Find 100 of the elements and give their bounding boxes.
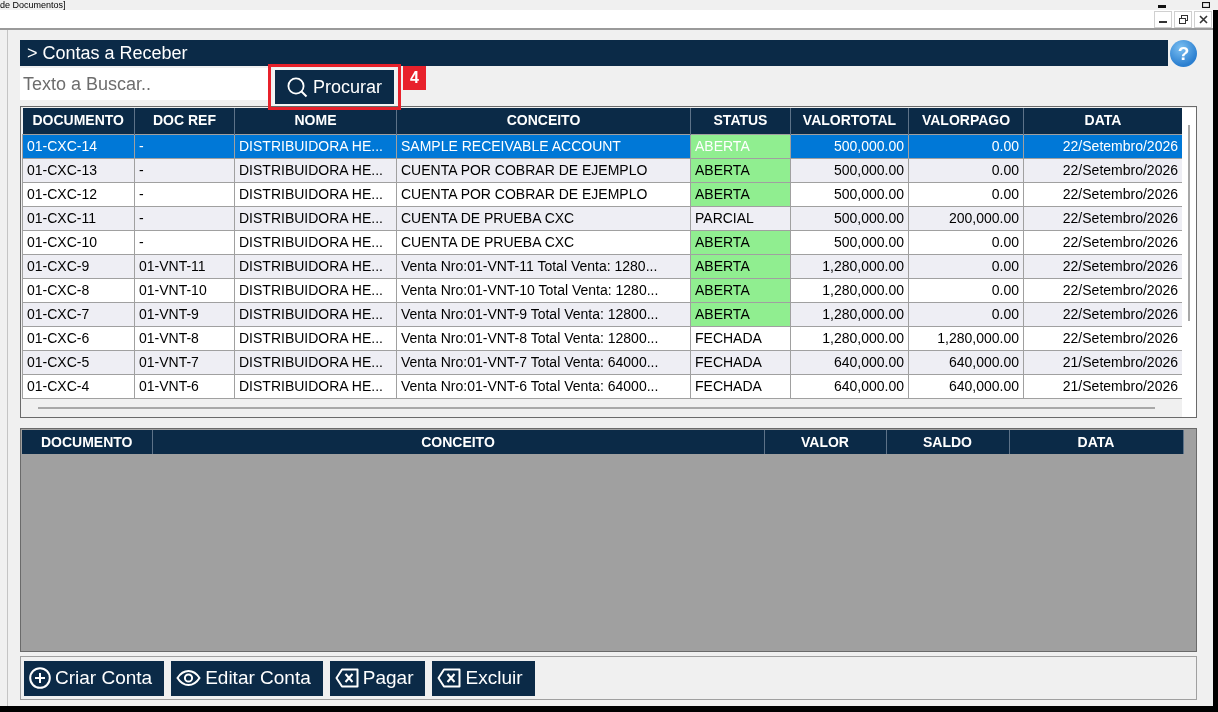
column-header[interactable]: DOC REF bbox=[134, 108, 235, 134]
table-cell: - bbox=[134, 158, 235, 182]
table-cell: Venta Nro:01-VNT-11 Total Venta: 1280... bbox=[396, 254, 691, 278]
table-row[interactable]: 01-CXC-11 - DISTRIBUIDORA HE... CUENTA DE PRUEBA CXC PARCIAL 500,000.00 200,000.00 22/Setembro/2026 bbox=[22, 206, 1183, 230]
table-cell: 01-VNT-10 bbox=[134, 278, 235, 302]
table-cell: DISTRIBUIDORA HE... bbox=[234, 206, 397, 230]
minimize-button[interactable] bbox=[1154, 10, 1172, 28]
table-cell: 0.00 bbox=[908, 302, 1024, 326]
table-row[interactable]: 01-CXC-10 - DISTRIBUIDORA HE... CUENTA DE PRUEBA CXC ABERTA 500,000.00 0.00 22/Setembro/2026 bbox=[22, 230, 1183, 254]
table-cell: DISTRIBUIDORA HE... bbox=[234, 326, 397, 350]
maximize-icon[interactable] bbox=[1202, 2, 1210, 8]
table-row[interactable]: 01-CXC-7 01-VNT-9 DISTRIBUIDORA HE... Venta Nro:01-VNT-9 Total Venta: 12800... ABERTA 1,280,000.00 0.00 22/Setembro/2026 bbox=[22, 302, 1183, 326]
panel-title: > Contas a Receber bbox=[20, 40, 1168, 66]
column-header[interactable]: VALOR bbox=[764, 430, 886, 454]
table-cell: 0.00 bbox=[908, 230, 1024, 254]
action-button[interactable]: Criar Conta bbox=[24, 660, 165, 696]
table-cell: 01-VNT-8 bbox=[134, 326, 235, 350]
status-cell: ABERTA bbox=[690, 254, 791, 278]
table-cell: 640,000.00 bbox=[790, 374, 909, 398]
table-cell: 500,000.00 bbox=[790, 182, 909, 206]
table-cell: DISTRIBUIDORA HE... bbox=[234, 374, 397, 398]
table-cell: 01-CXC-14 bbox=[22, 134, 135, 158]
table-cell: 01-CXC-11 bbox=[22, 206, 135, 230]
table-cell: 0.00 bbox=[908, 254, 1024, 278]
table-cell: 640,000.00 bbox=[908, 350, 1024, 374]
column-header[interactable]: VALORPAGO bbox=[908, 108, 1024, 134]
status-cell: ABERTA bbox=[690, 230, 791, 254]
table-row[interactable]: 01-CXC-5 01-VNT-7 DISTRIBUIDORA HE... Venta Nro:01-VNT-7 Total Venta: 64000... FECHADA 640,000.00 640,000.00 21/Setembro/2026 bbox=[22, 350, 1183, 374]
column-header[interactable]: DOCUMENTO bbox=[22, 430, 152, 454]
table-row[interactable]: 01-CXC-6 01-VNT-8 DISTRIBUIDORA HE... Venta Nro:01-VNT-8 Total Venta: 12800... FECHADA 1,280,000.00 1,280,000.00 22/Setembro/2026 bbox=[22, 326, 1183, 350]
table-cell: CUENTA DE PRUEBA CXC bbox=[396, 206, 691, 230]
table-row[interactable]: 01-CXC-4 01-VNT-6 DISTRIBUIDORA HE... Venta Nro:01-VNT-6 Total Venta: 64000... FECHADA 640,000.00 640,000.00 21/Setembro/2026 bbox=[22, 374, 1183, 398]
eye-icon bbox=[176, 667, 202, 689]
table-cell: DISTRIBUIDORA HE... bbox=[234, 302, 397, 326]
table-row[interactable]: 01-CXC-12 - DISTRIBUIDORA HE... CUENTA POR COBRAR DE EJEMPLO ABERTA 500,000.00 0.00 22/Setembro/2026 bbox=[22, 182, 1183, 206]
table-cell: 01-CXC-10 bbox=[22, 230, 135, 254]
column-header[interactable]: SALDO bbox=[886, 430, 1009, 454]
table-cell: 0.00 bbox=[908, 182, 1024, 206]
table-cell: 01-VNT-6 bbox=[134, 374, 235, 398]
column-header[interactable]: DATA bbox=[1009, 430, 1183, 454]
table-cell: 1,280,000.00 bbox=[908, 326, 1024, 350]
table-cell: 01-CXC-8 bbox=[22, 278, 135, 302]
table-cell: 200,000.00 bbox=[908, 206, 1024, 230]
table-cell: 1,280,000.00 bbox=[790, 326, 909, 350]
table-cell: DISTRIBUIDORA HE... bbox=[234, 254, 397, 278]
restore-button[interactable] bbox=[1174, 10, 1192, 28]
status-cell: ABERTA bbox=[690, 278, 791, 302]
table-cell: DISTRIBUIDORA HE... bbox=[234, 278, 397, 302]
column-header[interactable]: CONCEITO bbox=[396, 108, 691, 134]
column-header[interactable]: DATA bbox=[1023, 108, 1183, 134]
table-cell: 01-CXC-6 bbox=[22, 326, 135, 350]
table-cell: 01-CXC-5 bbox=[22, 350, 135, 374]
status-cell: FECHADA bbox=[690, 374, 791, 398]
table-cell: Venta Nro:01-VNT-10 Total Venta: 1280... bbox=[396, 278, 691, 302]
table-cell: 01-VNT-7 bbox=[134, 350, 235, 374]
table-cell: CUENTA POR COBRAR DE EJEMPLO bbox=[396, 158, 691, 182]
action-button[interactable]: Excluir bbox=[432, 660, 535, 696]
table-cell: - bbox=[134, 206, 235, 230]
vertical-scrollbar[interactable] bbox=[1188, 125, 1190, 321]
status-cell: ABERTA bbox=[690, 302, 791, 326]
search-button[interactable]: Procurar bbox=[273, 68, 396, 106]
table-cell: 1,280,000.00 bbox=[790, 302, 909, 326]
table-cell: 01-CXC-12 bbox=[22, 182, 135, 206]
table-cell: 22/Setembro/2026 bbox=[1023, 134, 1183, 158]
horizontal-scrollbar[interactable] bbox=[38, 406, 1155, 409]
action-button[interactable]: Editar Conta bbox=[171, 660, 323, 696]
column-header[interactable]: CONCEITO bbox=[152, 430, 764, 454]
action-button[interactable]: Pagar bbox=[329, 660, 426, 696]
step-number-badge: 4 bbox=[403, 66, 426, 90]
table-cell: Venta Nro:01-VNT-8 Total Venta: 12800... bbox=[396, 326, 691, 350]
column-header[interactable]: STATUS bbox=[690, 108, 791, 134]
table-cell: DISTRIBUIDORA HE... bbox=[234, 158, 397, 182]
table-cell: 0.00 bbox=[908, 158, 1024, 182]
table-cell: Venta Nro:01-VNT-9 Total Venta: 12800... bbox=[396, 302, 691, 326]
table-row[interactable]: 01-CXC-9 01-VNT-11 DISTRIBUIDORA HE... Venta Nro:01-VNT-11 Total Venta: 1280... ABERTA 1,280,000.00 0.00 22/Setembro/2026 bbox=[22, 254, 1183, 278]
table-cell: 0.00 bbox=[908, 278, 1024, 302]
table-cell: - bbox=[134, 182, 235, 206]
table-row[interactable]: 01-CXC-13 - DISTRIBUIDORA HE... CUENTA POR COBRAR DE EJEMPLO ABERTA 500,000.00 0.00 22/Setembro/2026 bbox=[22, 158, 1183, 182]
close-button[interactable] bbox=[1194, 10, 1212, 28]
table-cell: 01-CXC-4 bbox=[22, 374, 135, 398]
table-row[interactable]: 01-CXC-8 01-VNT-10 DISTRIBUIDORA HE... Venta Nro:01-VNT-10 Total Venta: 1280... ABERTA 1,280,000.00 0.00 22/Setembro/2026 bbox=[22, 278, 1183, 302]
status-cell: FECHADA bbox=[690, 326, 791, 350]
status-cell: PARCIAL bbox=[690, 206, 791, 230]
close-icon bbox=[1198, 14, 1208, 24]
search-field[interactable]: Texto a Buscar.. bbox=[20, 68, 268, 100]
table-row[interactable]: 01-CXC-14 - DISTRIBUIDORA HE... SAMPLE RECEIVABLE ACCOUNT ABERTA 500,000.00 0.00 22/Setembro/2026 bbox=[22, 134, 1183, 158]
restore-icon bbox=[1178, 14, 1188, 24]
table-cell: 500,000.00 bbox=[790, 158, 909, 182]
table-cell: 01-CXC-13 bbox=[22, 158, 135, 182]
column-header[interactable]: VALORTOTAL bbox=[790, 108, 909, 134]
column-header[interactable]: DOCUMENTO bbox=[22, 108, 135, 134]
table-cell: 01-VNT-9 bbox=[134, 302, 235, 326]
table-cell: CUENTA DE PRUEBA CXC bbox=[396, 230, 691, 254]
table-cell: Venta Nro:01-VNT-6 Total Venta: 64000... bbox=[396, 374, 691, 398]
table-cell: DISTRIBUIDORA HE... bbox=[234, 134, 397, 158]
table-cell: 01-VNT-11 bbox=[134, 254, 235, 278]
table-cell: SAMPLE RECEIVABLE ACCOUNT bbox=[396, 134, 691, 158]
window-title: de Documentos] bbox=[0, 0, 66, 10]
column-header[interactable]: NOME bbox=[234, 108, 397, 134]
table-cell: 01-CXC-9 bbox=[22, 254, 135, 278]
